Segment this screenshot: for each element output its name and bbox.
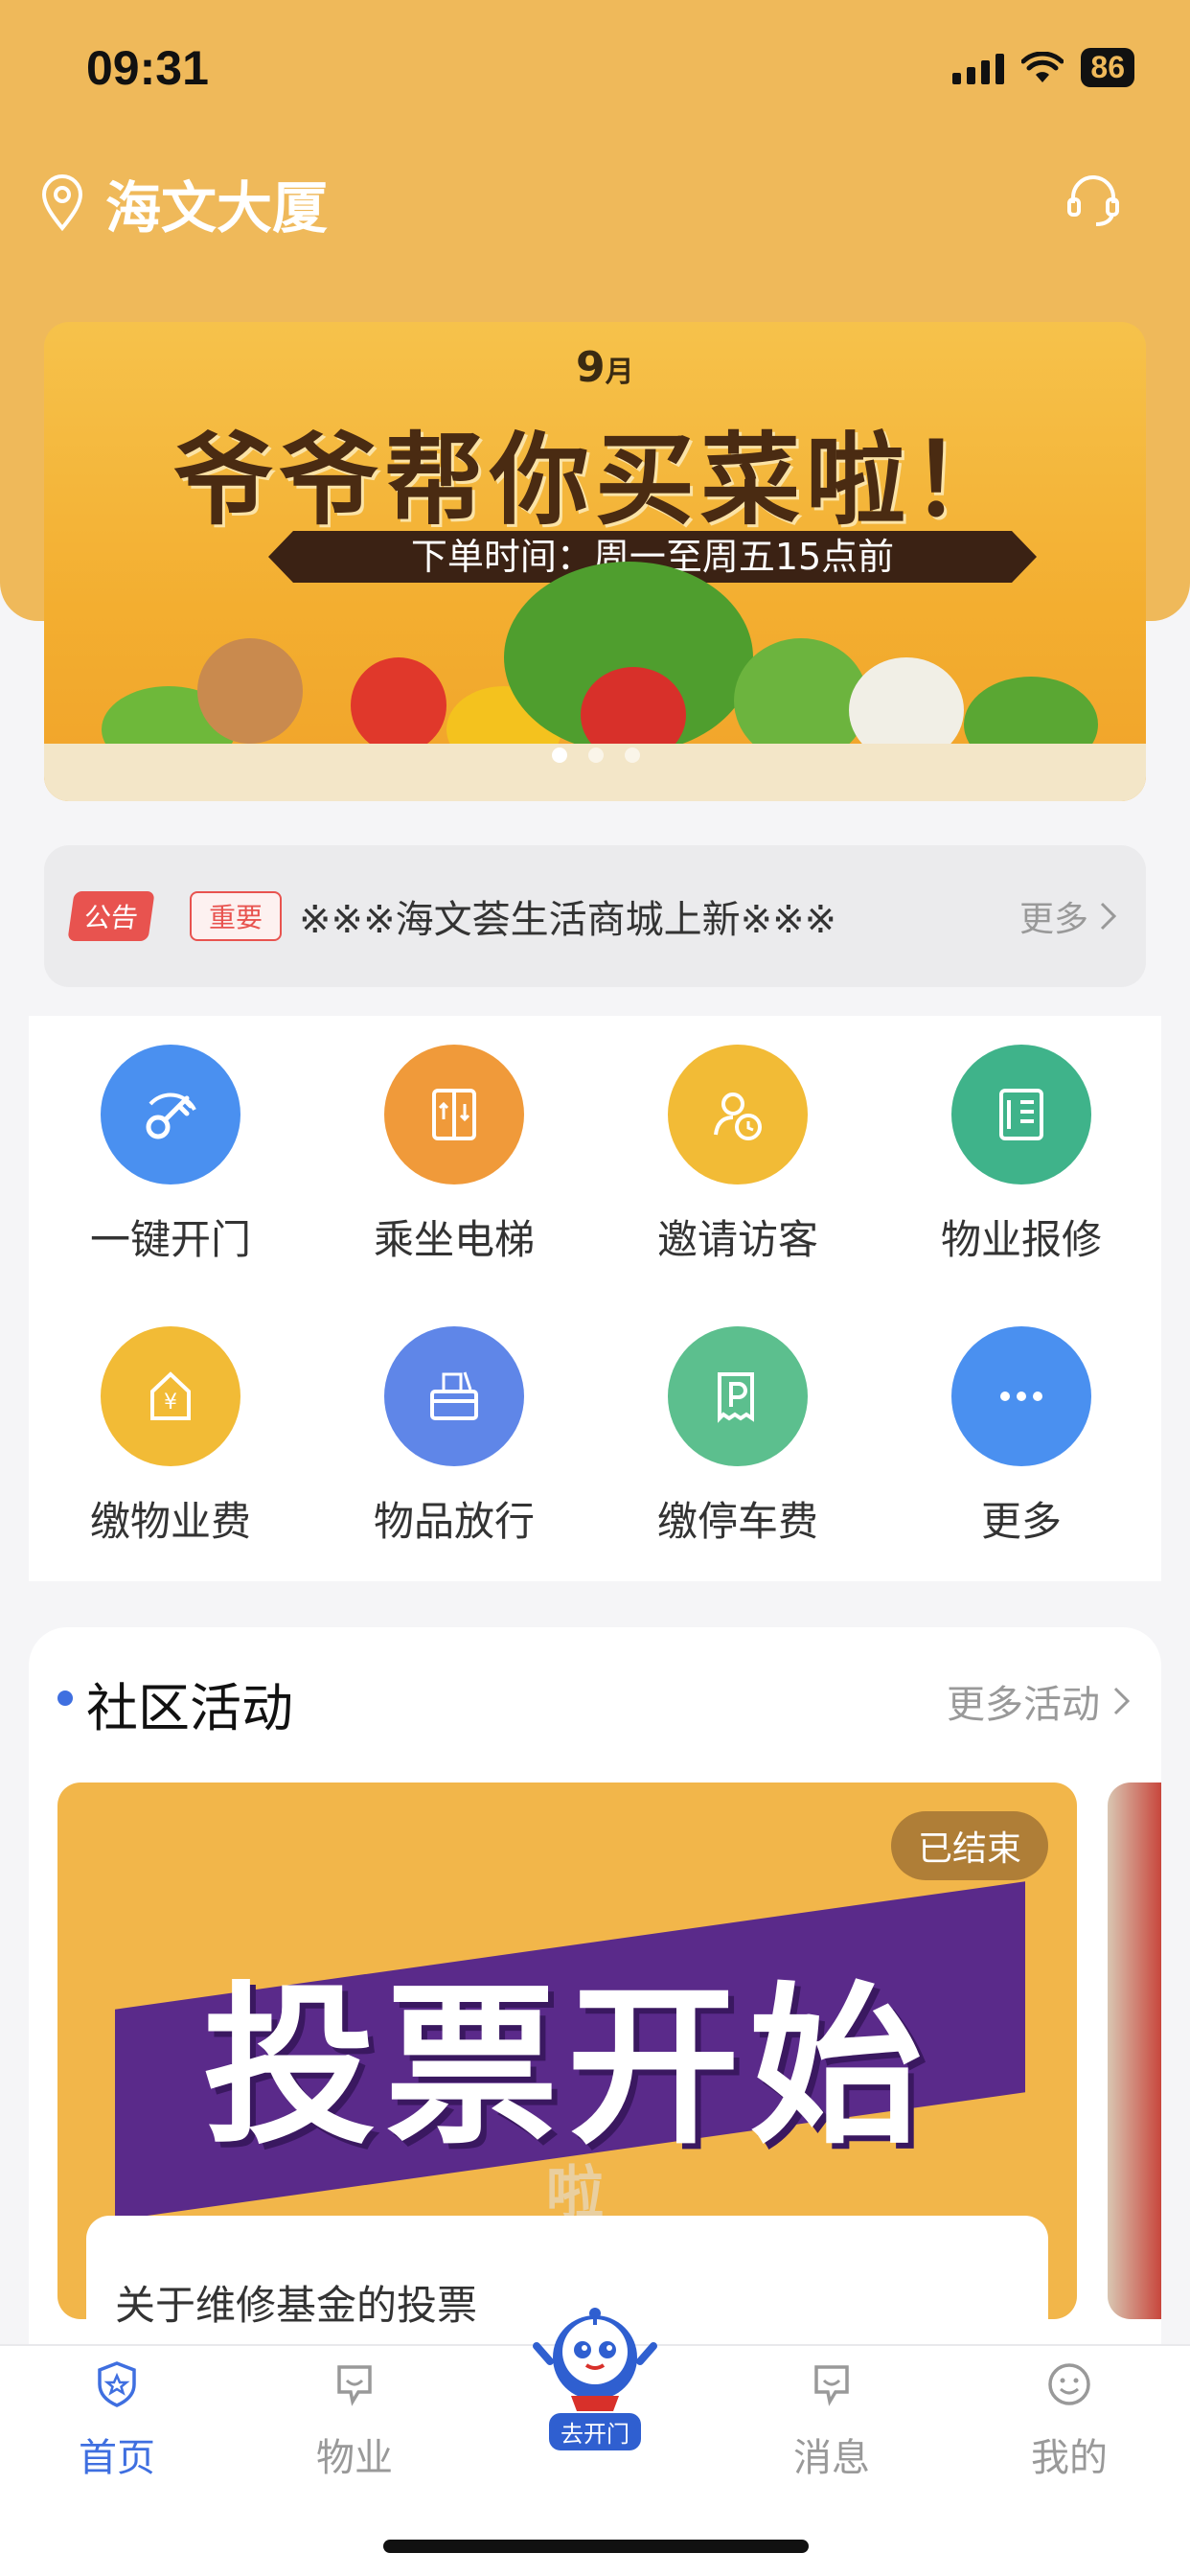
service-item-release[interactable]: 物品放行: [312, 1326, 596, 1548]
property-icon: [337, 2365, 372, 2406]
service-elevator[interactable]: 乘坐电梯: [312, 1045, 596, 1266]
status-time: 09:31: [86, 41, 209, 95]
section-dot: [57, 1690, 73, 1706]
repair-icon: [951, 1045, 1091, 1184]
service-one-key-door[interactable]: 一键开门: [29, 1045, 312, 1266]
banner-month: 9月: [576, 343, 634, 392]
service-label: 物业报修: [940, 1216, 1102, 1263]
banner-dot[interactable]: [588, 748, 604, 763]
open-door-button[interactable]: 去开门: [523, 2304, 667, 2450]
property-fee-icon: ¥: [101, 1326, 240, 1466]
tab-property[interactable]: 物业: [278, 2359, 431, 2482]
tab-label: 首页: [79, 2436, 155, 2480]
tab-label: 消息: [793, 2436, 870, 2480]
robot-mascot-icon: [533, 2308, 657, 2411]
service-more[interactable]: 更多: [880, 1326, 1163, 1548]
battery-indicator: 86: [1081, 48, 1134, 87]
more-icon: [951, 1326, 1091, 1466]
chevron-right-icon: [1113, 1687, 1131, 1715]
more-activities-link[interactable]: 更多活动: [947, 1673, 1133, 1729]
banner-dot[interactable]: [625, 748, 640, 763]
service-label: 物品放行: [373, 1498, 535, 1545]
service-label: 一键开门: [89, 1216, 251, 1263]
tab-label: 我的: [1031, 2436, 1108, 2480]
visitor-icon: [668, 1045, 808, 1184]
signal-icon: [952, 52, 1005, 84]
tab-profile[interactable]: 我的: [993, 2359, 1146, 2482]
announcement-text[interactable]: ※※※海文荟生活商城上新※※※: [299, 888, 1019, 944]
customer-service-icon[interactable]: [1064, 171, 1123, 230]
card-image-title: 投票开始: [202, 1967, 931, 2168]
important-badge: 重要: [190, 891, 283, 941]
announcement-bar[interactable]: 公告 重要 ※※※海文荟生活商城上新※※※ 更多: [44, 845, 1146, 987]
wifi-icon: [1021, 51, 1064, 82]
tab-home[interactable]: 首页: [40, 2359, 194, 2482]
parking-icon: [668, 1326, 808, 1466]
service-label: 邀请访客: [656, 1216, 818, 1263]
section-title: 社区活动: [86, 1678, 293, 1738]
banner-dot[interactable]: [552, 748, 567, 763]
status-bar: 09:31 86: [0, 0, 1190, 144]
home-indicator[interactable]: [383, 2540, 809, 2553]
service-label: 乘坐电梯: [373, 1216, 535, 1263]
location-name: 海文大厦: [105, 175, 329, 241]
service-property-fee[interactable]: ¥ 缴物业费: [29, 1326, 312, 1548]
service-invite-visitor[interactable]: 邀请访客: [596, 1045, 880, 1266]
service-label: 缴物业费: [89, 1498, 251, 1545]
status-icons: 86: [952, 48, 1134, 87]
home-icon: [98, 2361, 136, 2407]
chevron-right-icon: [1100, 902, 1117, 931]
promo-banner[interactable]: 9月 爷爷帮你买菜啦！ 下单时间：周一至周五15点前: [44, 322, 1146, 801]
banner-pagination: [552, 748, 640, 763]
announcement-more-link[interactable]: 更多: [1019, 891, 1119, 941]
key-icon: [101, 1045, 240, 1184]
location-selector[interactable]: 海文大厦: [38, 163, 328, 243]
open-door-label: 去开门: [549, 2413, 641, 2450]
banner-title: 爷爷帮你买菜啦！: [172, 422, 1017, 539]
elevator-icon: [384, 1045, 524, 1184]
tab-label: 物业: [316, 2436, 393, 2480]
package-icon: [384, 1326, 524, 1466]
next-activity-card-peek[interactable]: [1108, 1782, 1161, 2319]
activity-status-badge: 已结束: [890, 1811, 1048, 1880]
svg-text:¥: ¥: [164, 1391, 177, 1414]
service-repair[interactable]: 物业报修: [880, 1045, 1163, 1266]
announcement-tag: 公告: [67, 891, 155, 941]
tab-messages[interactable]: 消息: [755, 2359, 908, 2482]
service-parking-fee[interactable]: 缴停车费: [596, 1326, 880, 1548]
service-label: 更多: [980, 1498, 1062, 1545]
profile-icon: [1048, 2363, 1090, 2405]
message-icon: [814, 2365, 849, 2406]
service-grid: 一键开门 乘坐电梯 邀请访客 物业报修 ¥ 缴物业费 物品放行 缴停车费 更多: [29, 1016, 1161, 1581]
service-label: 缴停车费: [656, 1498, 818, 1545]
location-pin-icon: [41, 174, 83, 232]
